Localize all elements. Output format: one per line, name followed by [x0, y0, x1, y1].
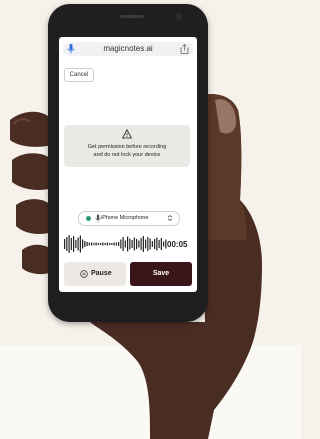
waveform-bar — [154, 239, 156, 249]
waveform-bar — [163, 241, 165, 247]
chevron-updown-icon — [167, 215, 173, 221]
waveform-bar — [93, 243, 95, 245]
mic-status-dot — [86, 216, 91, 221]
waveform-bar — [79, 235, 81, 253]
cancel-button[interactable]: Cancel — [64, 68, 94, 82]
waveform-bar — [106, 242, 108, 246]
waveform-bar — [77, 237, 79, 251]
warning-line-2: and do not lock your device — [93, 152, 161, 158]
waveform-bar — [158, 240, 160, 248]
waveform-bar — [142, 236, 144, 252]
waveform-bar — [122, 237, 124, 251]
waveform-bar — [138, 240, 140, 248]
warning-icon — [122, 129, 132, 139]
waveform-bar — [95, 242, 97, 246]
waveform-bar — [82, 239, 84, 249]
waveform-bar — [88, 242, 90, 246]
waveform-bar — [66, 237, 68, 251]
waveform-bar — [75, 240, 77, 248]
waveform-bar — [70, 238, 72, 250]
waveform-bar — [100, 243, 102, 245]
waveform-bar — [102, 242, 104, 246]
waveform-bar — [64, 239, 66, 249]
waveform-bar — [111, 243, 113, 245]
phone-speaker — [120, 15, 144, 18]
microphone-label: iPhone Microphone — [101, 215, 149, 221]
browser-url-bar[interactable]: magicnotes.ai — [63, 42, 193, 56]
waveform-bar — [115, 242, 117, 246]
warning-text: Get permission before recording and do n… — [68, 143, 186, 159]
waveform-bar — [149, 238, 151, 250]
pause-label: Pause — [91, 270, 112, 277]
waveform-bar — [91, 242, 93, 246]
permission-warning: Get permission before recording and do n… — [64, 125, 190, 167]
waveform-bar — [109, 243, 111, 245]
waveform-bar — [127, 236, 129, 252]
waveform-bar — [73, 236, 75, 252]
waveform-bar — [84, 241, 86, 247]
audio-waveform — [64, 235, 167, 253]
waveform-bar — [68, 235, 70, 253]
phone-camera — [175, 13, 182, 20]
pause-icon — [80, 270, 88, 278]
microphone-select[interactable]: iPhone Microphone — [78, 211, 180, 226]
phone-screen: magicnotes.ai Cancel Get permission befo… — [59, 37, 197, 292]
waveform-bar — [113, 242, 115, 246]
waveform-bar — [140, 238, 142, 250]
waveform-bar — [104, 243, 106, 245]
url-text: magicnotes.ai — [103, 44, 153, 53]
pause-button[interactable]: Pause — [64, 262, 126, 286]
waveform-bar — [136, 239, 138, 249]
waveform-bar — [129, 238, 131, 250]
waveform-bar — [156, 237, 158, 251]
waveform-bar — [145, 239, 147, 249]
waveform-bar — [151, 241, 153, 247]
waveform-bar — [147, 237, 149, 251]
warning-line-1: Get permission before recording — [87, 144, 167, 150]
waveform-bar — [160, 238, 162, 250]
share-icon[interactable] — [180, 44, 189, 54]
save-button[interactable]: Save — [130, 262, 192, 286]
waveform-bar — [118, 242, 120, 246]
waveform-bar — [86, 242, 88, 246]
recording-timer: 00:05 — [167, 240, 188, 249]
waveform-bar — [124, 240, 126, 248]
waveform-bar — [131, 240, 133, 248]
waveform-bar — [133, 237, 135, 251]
waveform-bar — [97, 243, 99, 245]
waveform-bar — [120, 239, 122, 249]
